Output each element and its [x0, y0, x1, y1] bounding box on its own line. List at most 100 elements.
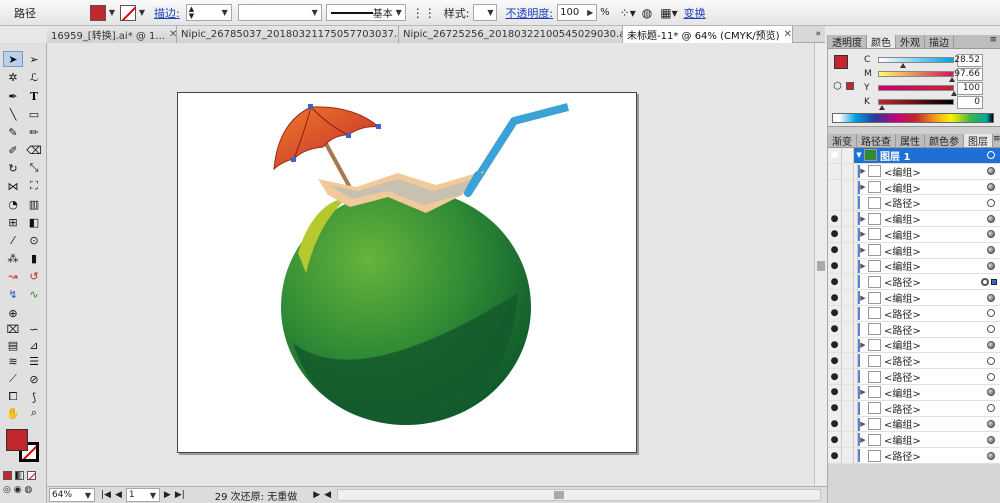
stroke-link[interactable]: 描边:	[154, 5, 180, 21]
channel-slider[interactable]	[878, 57, 954, 68]
tab-color-guide[interactable]: 颜色参	[925, 134, 964, 148]
channel-value[interactable]: 0	[957, 95, 983, 109]
lock-toggle[interactable]	[842, 384, 854, 400]
eye-icon[interactable]	[828, 179, 842, 195]
doc-tab[interactable]: 16959_[转换].ai* @ 1... ✕	[47, 26, 177, 43]
blob-brush-tool-icon[interactable]: ✐	[3, 142, 23, 158]
target-icon[interactable]	[987, 246, 995, 255]
layer-row[interactable]: ▶ <编组>	[828, 163, 1000, 180]
layer-row[interactable]: ● ▶ <编组>	[828, 384, 1000, 401]
opacity-link[interactable]: 不透明度:	[505, 5, 553, 21]
lock-toggle[interactable]	[842, 147, 854, 163]
target-icon[interactable]	[987, 372, 995, 381]
align-icon[interactable]: ▦▾	[660, 6, 677, 20]
free-transform-tool-icon[interactable]: ⛶	[24, 178, 44, 194]
lasso-tool-icon[interactable]: ℒ	[24, 69, 44, 85]
layer-row[interactable]: ● ▶ <编组>	[828, 416, 1000, 433]
expand-triangle-icon[interactable]: ▼	[854, 151, 864, 159]
doc-tab[interactable]: Nipic_26725256_20180322100545029030.ai*✕	[399, 26, 623, 43]
lock-toggle[interactable]	[842, 353, 854, 369]
stroke-none-swatch[interactable]	[120, 4, 136, 21]
layer-row[interactable]: ▶ <编组>	[828, 179, 1000, 196]
blend-tool-icon[interactable]: ⊙	[24, 232, 44, 248]
direct-selection-tool-icon[interactable]: ➢	[24, 51, 44, 67]
layer-row[interactable]: ● ▶ <编组>	[828, 211, 1000, 227]
tab-overflow-icon[interactable]: »	[793, 26, 825, 42]
eye-icon[interactable]: ●	[828, 400, 842, 416]
target-icon[interactable]	[987, 435, 995, 444]
lock-toggle[interactable]	[842, 432, 854, 448]
tab-color[interactable]: 颜色	[867, 35, 896, 49]
selection-indicator[interactable]	[991, 278, 997, 285]
magic-wand-tool-icon[interactable]: ✲	[3, 69, 23, 85]
layer-row[interactable]: ● ▶ <编组>	[828, 432, 1000, 449]
scroll-thumb[interactable]	[817, 261, 825, 271]
globe-icon[interactable]: ◍	[642, 6, 652, 20]
eye-icon[interactable]: ●	[828, 416, 842, 432]
eye-icon[interactable]: ●	[828, 384, 842, 400]
layer-row[interactable]: ● <路径>	[828, 369, 1000, 385]
type-tool-icon[interactable]: T	[24, 88, 44, 104]
target-icon[interactable]	[987, 151, 995, 160]
color-fill-box[interactable]	[834, 55, 848, 69]
tab-stroke[interactable]: 描边	[925, 35, 954, 49]
perspective-grid-tool-icon[interactable]: ▥	[24, 196, 44, 212]
scatter-tool-icon[interactable]: ≋	[3, 353, 23, 369]
panel-menu-icon[interactable]: ≡	[954, 35, 1000, 48]
eye-icon[interactable]: ●	[828, 274, 842, 290]
zoom-tool-icon[interactable]: ⌕	[24, 405, 44, 421]
pencil-tool-icon[interactable]: ✏	[24, 124, 44, 140]
fill-swatch-dropdown[interactable]: ▼	[90, 4, 118, 21]
eyedropper-tool-icon[interactable]: ⁄	[3, 232, 23, 248]
close-icon[interactable]: ✕	[784, 29, 792, 40]
channel-slider[interactable]	[878, 99, 954, 110]
transform-link[interactable]: 变换	[684, 5, 706, 21]
paint-bucket-tool-icon[interactable]: ⊘	[24, 371, 44, 387]
lock-toggle[interactable]	[842, 290, 854, 306]
twirl-tool-icon[interactable]: ↺	[24, 268, 44, 284]
doc-tab[interactable]: Nipic_26785037_20180321175057703037.ai*✕	[177, 26, 399, 43]
layer-row[interactable]: ● <路径>	[828, 353, 1000, 370]
arrange-icon[interactable]: ⋮⋮	[412, 6, 436, 20]
target-icon[interactable]	[987, 214, 995, 223]
eye-icon[interactable]: ●	[828, 258, 842, 274]
close-icon[interactable]: ✕	[169, 29, 176, 40]
lock-toggle[interactable]	[842, 416, 854, 432]
layer-row[interactable]: ● <路径>	[828, 400, 1000, 417]
target-icon[interactable]	[987, 340, 995, 349]
lock-toggle[interactable]	[842, 274, 854, 290]
channel-row-m[interactable]: M 97.66	[864, 67, 983, 82]
target-icon[interactable]	[987, 293, 995, 302]
graph-tool-icon[interactable]: ▤	[3, 337, 23, 353]
next-page-icon[interactable]: ▶	[164, 490, 171, 500]
layer-row[interactable]: ● ▶ <编组>	[828, 242, 1000, 259]
channel-row-y[interactable]: Y 100	[864, 81, 983, 96]
layer-row[interactable]: ● <路径>	[828, 448, 1000, 464]
mesh-tool-icon[interactable]: ⊞	[3, 214, 23, 230]
target-icon[interactable]	[987, 325, 995, 334]
width-tool-icon[interactable]: ⋈	[3, 178, 23, 194]
eye-icon[interactable]: ●	[828, 290, 842, 306]
eye-icon[interactable]	[828, 163, 842, 179]
page-dropdown[interactable]: 1 ▼	[125, 488, 160, 502]
target-icon[interactable]	[987, 309, 995, 318]
drawing-mode-icon[interactable]: ◎ ◉ ◍	[3, 485, 43, 495]
channel-slider[interactable]	[878, 71, 956, 82]
layer-row[interactable]: ● ▶ <编组>	[828, 290, 1000, 306]
lock-toggle[interactable]	[842, 337, 854, 353]
opacity-field[interactable]: 100 ▶	[557, 4, 598, 21]
layer-header-row[interactable]: ● ▼ 图层 1	[828, 147, 1000, 164]
eye-icon[interactable]: ●	[828, 321, 842, 337]
lock-toggle[interactable]	[842, 400, 854, 416]
rectangle-tool-icon[interactable]: ▭	[24, 106, 44, 122]
rotate-tool-icon[interactable]: ↻	[3, 160, 23, 176]
lock-toggle[interactable]	[842, 195, 854, 211]
paintbrush-tool-icon[interactable]: ✎	[3, 124, 23, 140]
channel-value[interactable]: 97.66	[954, 67, 983, 81]
hand-tool-icon[interactable]: ✋	[3, 405, 23, 421]
fill-swatch[interactable]	[90, 4, 106, 21]
channel-row-k[interactable]: K0	[864, 95, 983, 110]
layer-row[interactable]: ● ▶ <编组>	[828, 337, 1000, 354]
eye-icon[interactable]: ●	[828, 448, 842, 464]
horizontal-scrollbar[interactable]	[337, 489, 821, 501]
